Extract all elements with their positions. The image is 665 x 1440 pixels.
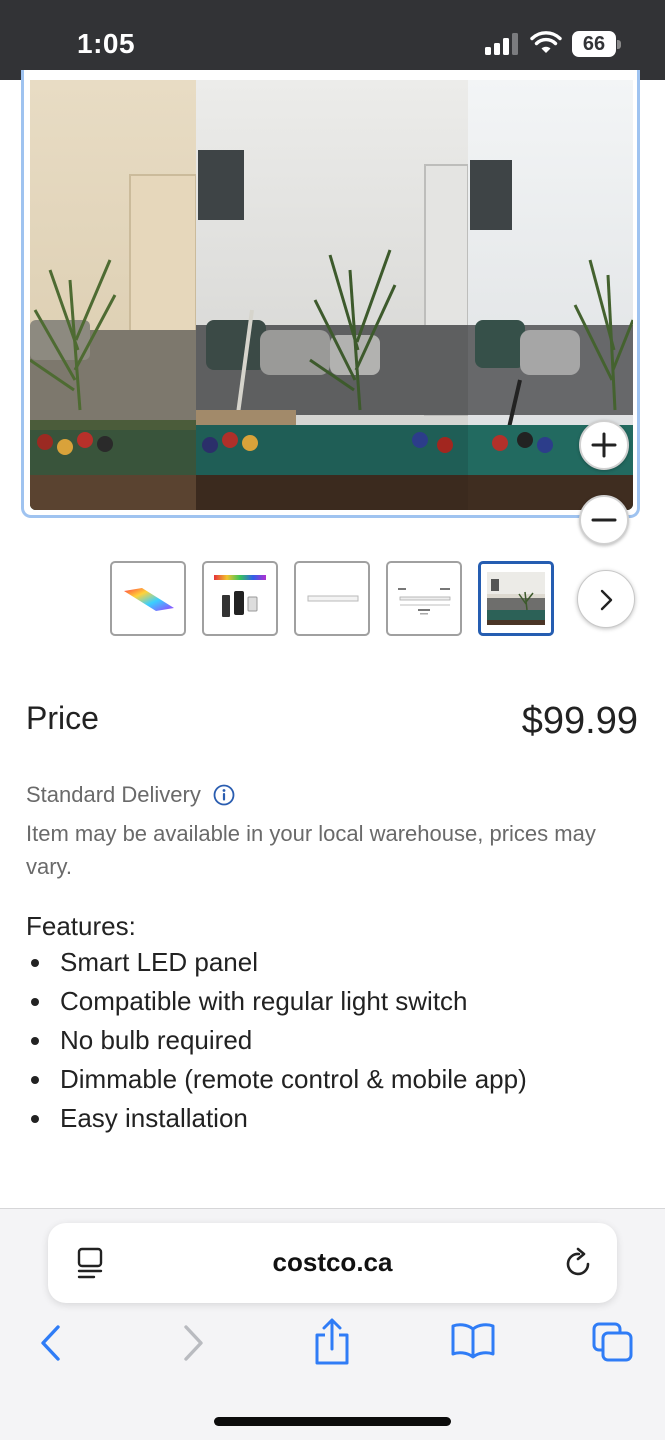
tabs-button[interactable] — [591, 1321, 635, 1363]
wifi-icon — [530, 31, 562, 53]
color-spectrum-remote-thumbnail — [214, 575, 266, 617]
room-scene-thumbnail — [487, 572, 545, 625]
battery-indicator: 66 — [572, 31, 622, 57]
plus-icon — [591, 432, 617, 458]
price-label: Price — [26, 700, 99, 736]
thumbnail-1[interactable] — [110, 561, 186, 636]
features-title: Features: — [26, 911, 136, 941]
thumbnail-5[interactable] — [478, 561, 554, 636]
feature-item: Compatible with regular light switch — [26, 982, 527, 1021]
share-button[interactable] — [312, 1317, 352, 1367]
rgb-panel-thumbnail — [124, 588, 174, 611]
forward-button[interactable] — [180, 1321, 208, 1365]
dimensions-diagram-thumbnail — [398, 588, 451, 615]
delivery-row: Standard Delivery — [26, 782, 235, 808]
zoom-in-button[interactable] — [579, 420, 629, 470]
thumbnail-carousel — [110, 561, 640, 637]
availability-note: Item may be available in your local ware… — [26, 821, 596, 879]
bookmarks-button[interactable] — [450, 1321, 496, 1361]
chevron-right-icon — [600, 589, 613, 611]
minus-icon — [591, 518, 617, 522]
zoom-out-button[interactable] — [579, 495, 629, 545]
cellular-signal-icon — [485, 33, 518, 55]
thumbnail-next-button[interactable] — [577, 570, 635, 628]
info-icon[interactable] — [213, 784, 235, 806]
feature-item: Dimmable (remote control & mobile app) — [26, 1060, 527, 1099]
battery-level: 66 — [582, 33, 606, 55]
address-bar[interactable]: costco.ca — [48, 1223, 617, 1303]
status-time: 1:05 — [77, 28, 136, 59]
feature-item: Smart LED panel — [26, 943, 527, 982]
features-list: Smart LED panel Compatible with regular … — [26, 943, 527, 1138]
feature-item: Easy installation — [26, 1099, 527, 1138]
browser-toolbar: costco.ca — [0, 1208, 665, 1440]
product-image[interactable] — [30, 80, 633, 510]
status-bar: 1:05 66 — [0, 0, 665, 80]
product-image-viewer — [21, 70, 640, 545]
flat-panel-thumbnail — [307, 595, 359, 602]
room-scene-illustration — [30, 80, 633, 510]
feature-item: No bulb required — [26, 1021, 527, 1060]
back-button[interactable] — [36, 1321, 64, 1365]
price-value: $99.99 — [521, 700, 638, 742]
home-indicator — [214, 1417, 451, 1426]
browser-nav-row — [0, 1318, 665, 1371]
thumbnail-2[interactable] — [202, 561, 278, 636]
thumbnail-4[interactable] — [386, 561, 462, 636]
reload-icon[interactable] — [564, 1247, 594, 1279]
url-text: costco.ca — [272, 1247, 393, 1277]
thumbnail-3[interactable] — [294, 561, 370, 636]
delivery-label: Standard Delivery — [26, 782, 201, 807]
